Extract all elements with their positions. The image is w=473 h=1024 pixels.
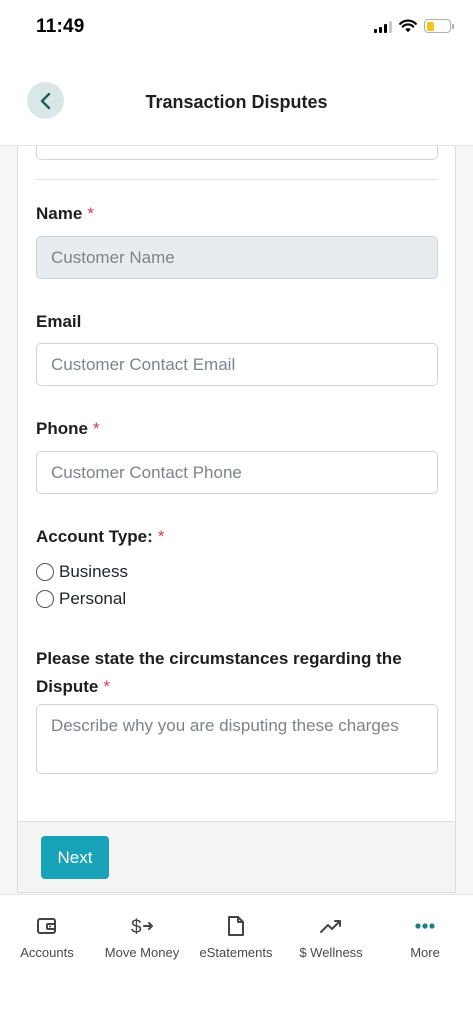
more-dots-icon bbox=[414, 913, 436, 939]
status-bar: 11:49 bbox=[0, 0, 473, 58]
bottom-tab-bar: Accounts $ Move Money eStatements $ Well… bbox=[0, 894, 473, 1024]
email-label: Email bbox=[36, 312, 82, 331]
dollar-transfer-icon: $ bbox=[130, 913, 154, 939]
page-title: Transaction Disputes bbox=[145, 92, 328, 112]
account-type-business-option[interactable]: Business bbox=[36, 562, 128, 582]
name-label: Name * bbox=[36, 204, 94, 223]
tab-estatements[interactable]: eStatements bbox=[186, 913, 286, 960]
cellular-signal-icon bbox=[374, 20, 392, 33]
required-mark: * bbox=[157, 527, 165, 546]
svg-text:$: $ bbox=[131, 917, 142, 937]
radio-label-business: Business bbox=[59, 562, 128, 581]
radio-button[interactable] bbox=[36, 563, 54, 581]
dispute-form-card: Name * Customer Name Email Customer Conta… bbox=[17, 146, 456, 893]
document-icon bbox=[227, 913, 245, 939]
trend-up-icon bbox=[319, 913, 343, 939]
account-type-personal-option[interactable]: Personal bbox=[36, 589, 126, 609]
tab-accounts[interactable]: Accounts bbox=[0, 913, 97, 960]
name-placeholder: Customer Name bbox=[51, 248, 175, 267]
divider bbox=[36, 179, 438, 180]
header: Transaction Disputes bbox=[0, 58, 473, 146]
circumstances-placeholder: Describe why you are disputing these cha… bbox=[51, 716, 399, 735]
wallet-icon bbox=[36, 913, 58, 939]
wifi-icon bbox=[399, 19, 417, 33]
email-placeholder: Customer Contact Email bbox=[51, 355, 236, 374]
required-mark: * bbox=[87, 204, 94, 223]
required-mark: * bbox=[92, 419, 100, 438]
radio-button[interactable] bbox=[36, 590, 54, 608]
phone-field[interactable]: Customer Contact Phone bbox=[36, 451, 438, 494]
tab-more[interactable]: More bbox=[375, 913, 473, 960]
status-icons bbox=[374, 19, 454, 33]
status-time: 11:49 bbox=[36, 16, 85, 37]
name-field[interactable]: Customer Name bbox=[36, 236, 438, 279]
radio-label-personal: Personal bbox=[59, 589, 127, 608]
phone-label: Phone * bbox=[36, 419, 100, 438]
previous-field-input[interactable] bbox=[36, 146, 438, 160]
battery-icon bbox=[424, 19, 454, 33]
form-footer: Next bbox=[18, 821, 455, 892]
tab-wellness[interactable]: $ Wellness bbox=[281, 913, 381, 960]
account-type-label: Account Type: * bbox=[36, 527, 165, 546]
tab-move-money[interactable]: $ Move Money bbox=[92, 913, 192, 960]
circumstances-label: Please state the circumstances regarding… bbox=[36, 649, 402, 696]
phone-placeholder: Customer Contact Phone bbox=[51, 463, 242, 482]
email-field[interactable]: Customer Contact Email bbox=[36, 343, 438, 386]
required-mark: * bbox=[103, 677, 110, 696]
circumstances-textarea[interactable]: Describe why you are disputing these cha… bbox=[36, 704, 438, 774]
next-button[interactable]: Next bbox=[41, 836, 109, 879]
